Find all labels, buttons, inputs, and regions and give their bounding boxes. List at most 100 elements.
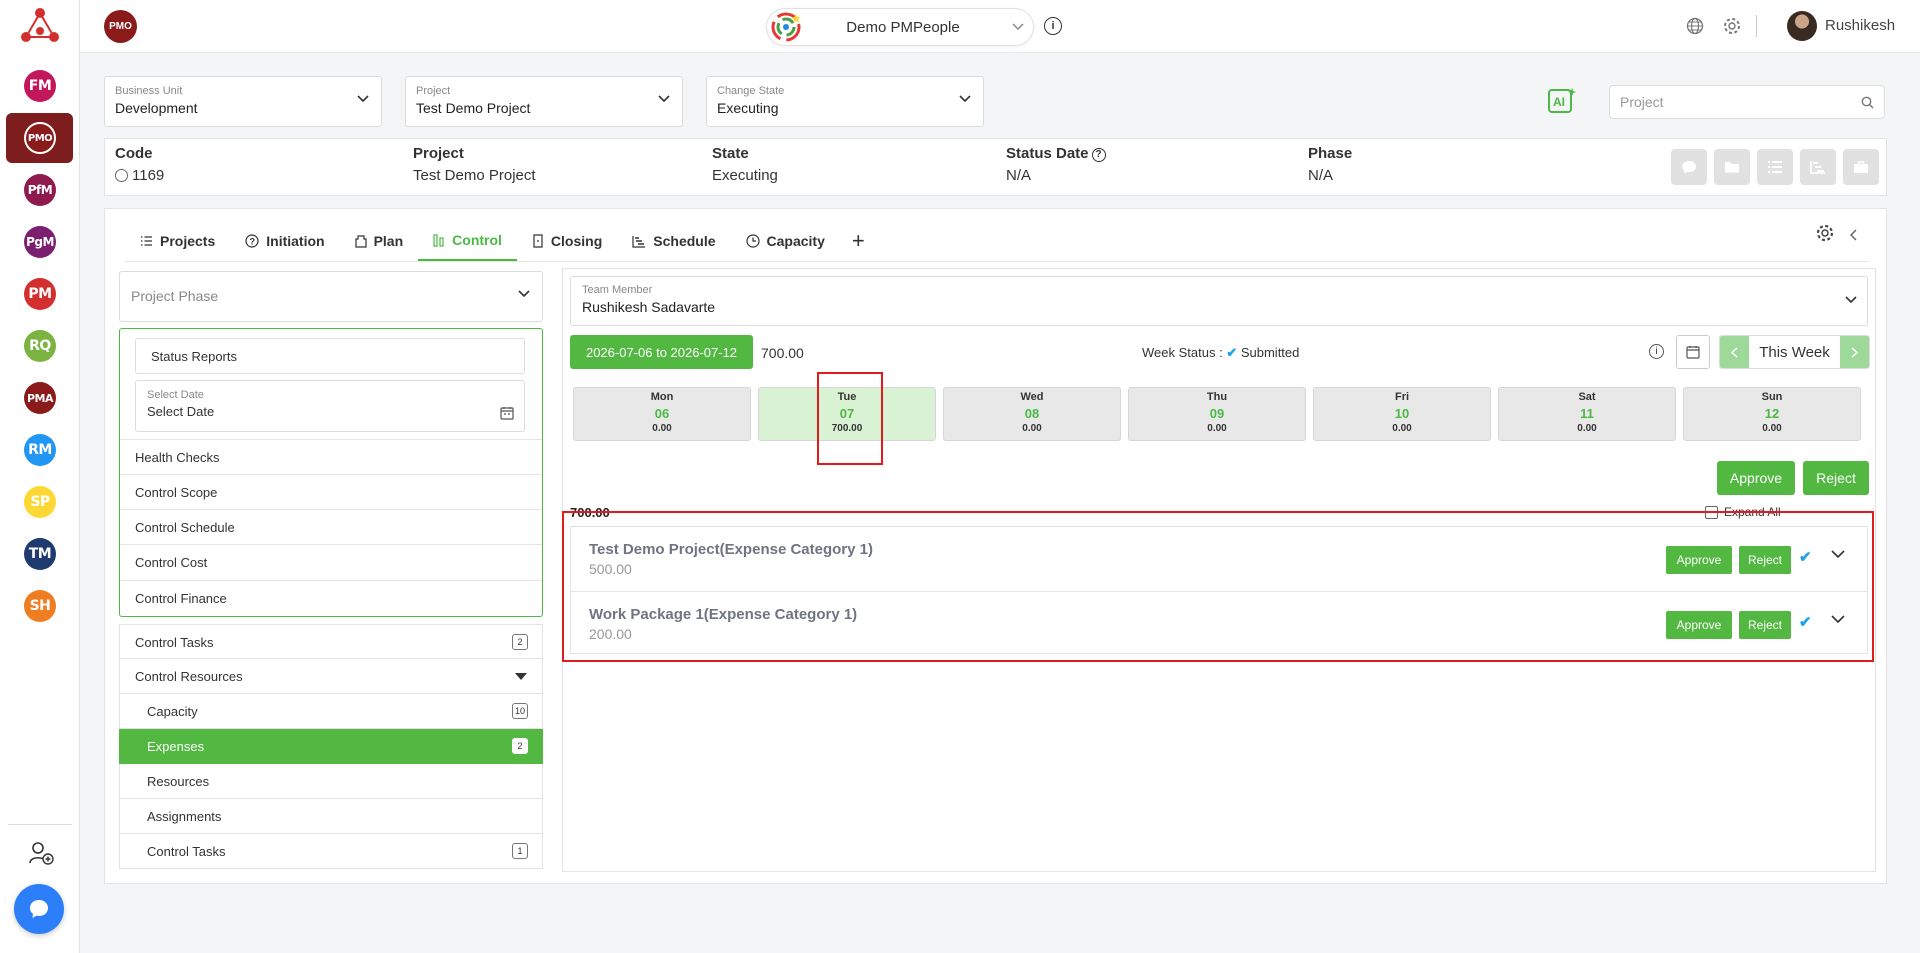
team-member-value: Rushikesh Sadavarte: [582, 299, 716, 315]
calendar-icon[interactable]: [500, 406, 514, 420]
project-search-input[interactable]: [1610, 86, 1850, 118]
day-card-sun[interactable]: Sun 12 0.00: [1683, 387, 1861, 441]
caret-down-icon: [515, 673, 527, 680]
nav-capacity[interactable]: Capacity 10: [119, 694, 543, 729]
help-icon[interactable]: ?: [1091, 147, 1106, 162]
gantt-button[interactable]: [1800, 149, 1836, 185]
user-name[interactable]: Rushikesh: [1825, 17, 1895, 34]
code-radio[interactable]: [115, 169, 128, 182]
day-card-fri[interactable]: Fri 10 0.00: [1313, 387, 1491, 441]
day-value: 0.00: [1577, 423, 1597, 434]
change-state-value: Executing: [717, 100, 779, 116]
tab-closing[interactable]: Closing: [517, 221, 617, 261]
sidebar-item-rm[interactable]: RM: [24, 434, 56, 466]
sidebar-item-fm[interactable]: FM: [24, 70, 56, 102]
project-phase-select[interactable]: Project Phase: [119, 271, 543, 322]
nav-control-scope[interactable]: Control Scope: [120, 474, 542, 509]
nav-control-resources[interactable]: Control Resources: [119, 659, 543, 694]
briefcase-button[interactable]: [1843, 149, 1879, 185]
app-logo[interactable]: [18, 5, 62, 47]
status-reports-item[interactable]: Status Reports: [135, 338, 525, 374]
chat-button[interactable]: [14, 884, 64, 934]
tab-initiation[interactable]: ? Initiation: [230, 221, 339, 261]
day-card-mon[interactable]: Mon 06 0.00: [573, 387, 751, 441]
tab-capacity[interactable]: Capacity: [731, 221, 840, 261]
info-icon[interactable]: i: [1649, 344, 1664, 359]
nav-control-schedule[interactable]: Control Schedule: [120, 509, 542, 544]
chevron-down-icon: [1003, 20, 1033, 34]
state-label: State: [712, 145, 749, 162]
sidebar-item-pgm[interactable]: PgM: [24, 226, 56, 258]
sidebar-item-pmo[interactable]: PMO: [24, 122, 56, 154]
nav-assignments[interactable]: Assignments: [119, 799, 543, 834]
nav-control-finance[interactable]: Control Finance: [120, 580, 542, 615]
tab-projects[interactable]: Projects: [125, 221, 230, 261]
day-value: 0.00: [1022, 423, 1042, 434]
add-user-icon[interactable]: [28, 840, 54, 866]
nav-expenses[interactable]: Expenses 2: [119, 729, 543, 764]
info-icon[interactable]: i: [1044, 17, 1062, 35]
sidebar-item-sp[interactable]: SP: [24, 486, 56, 518]
project-search[interactable]: [1609, 85, 1885, 119]
tab-schedule[interactable]: Schedule: [617, 221, 730, 261]
nav-control-tasks[interactable]: Control Tasks 2: [119, 624, 543, 659]
day-date: 11: [1580, 406, 1594, 421]
globe-icon[interactable]: [1686, 17, 1704, 35]
select-date-label: Select Date: [147, 389, 204, 401]
tab-label: Initiation: [266, 233, 325, 249]
approve-all-button[interactable]: Approve: [1717, 461, 1795, 495]
control-icon: [433, 233, 444, 247]
day-name: Fri: [1394, 391, 1410, 403]
add-tab-button[interactable]: +: [840, 221, 877, 261]
comments-button[interactable]: [1671, 149, 1707, 185]
module-badge[interactable]: PMO: [104, 10, 137, 43]
nav-health-checks[interactable]: Health Checks: [120, 439, 542, 474]
business-unit-select[interactable]: Business Unit Development: [104, 76, 382, 127]
change-state-select[interactable]: Change State Executing: [706, 76, 984, 127]
tab-label: Plan: [373, 233, 404, 249]
user-avatar[interactable]: [1787, 11, 1817, 41]
top-bar: PMO Demo PMPeople i Rushikesh: [80, 0, 1920, 53]
nav-control-cost[interactable]: Control Cost: [120, 544, 542, 579]
nav-label: Control Tasks: [147, 844, 226, 859]
collapse-chevron-left-icon[interactable]: [1849, 225, 1858, 246]
phase-label: Phase: [1308, 145, 1353, 162]
code-field: Code 1169: [115, 145, 164, 184]
settings-gear-icon[interactable]: [1815, 223, 1835, 243]
ai-assistant-icon[interactable]: AI: [1546, 86, 1578, 118]
day-card-wed[interactable]: Wed 08 0.00: [943, 387, 1121, 441]
change-state-label: Change State: [717, 85, 785, 97]
organization-selector[interactable]: Demo PMPeople: [766, 8, 1034, 46]
sidebar-item-sh[interactable]: SH: [24, 590, 56, 622]
list-button[interactable]: [1757, 149, 1793, 185]
project-select[interactable]: Project Test Demo Project: [405, 76, 683, 127]
settings-gear-icon[interactable]: [1722, 16, 1742, 36]
sidebar-item-rq[interactable]: RQ: [24, 330, 56, 362]
this-week-button[interactable]: This Week: [1749, 336, 1840, 368]
count-badge: 10: [511, 703, 528, 719]
reject-all-button[interactable]: Reject: [1803, 461, 1869, 495]
nav-resources[interactable]: Resources: [119, 764, 543, 799]
previous-week-button[interactable]: [1720, 336, 1749, 368]
day-name: Mon: [650, 391, 674, 403]
calendar-button[interactable]: [1676, 335, 1710, 369]
list-icon: [1768, 161, 1782, 173]
day-card-thu[interactable]: Thu 09 0.00: [1128, 387, 1306, 441]
next-week-button[interactable]: [1840, 336, 1869, 368]
select-date-input[interactable]: Select Date Select Date: [135, 380, 525, 432]
sidebar-item-pfm[interactable]: PfM: [24, 174, 56, 206]
sidebar-item-pm[interactable]: PM: [24, 278, 56, 310]
day-card-sat[interactable]: Sat 11 0.00: [1498, 387, 1676, 441]
closing-icon: [533, 234, 543, 248]
team-member-select[interactable]: Team Member Rushikesh Sadavarte: [570, 276, 1868, 326]
chevron-down-icon: [357, 95, 369, 103]
code-value: 1169: [132, 167, 165, 184]
phase-field: Phase N/A: [1308, 145, 1352, 184]
sidebar-item-tm[interactable]: TM: [24, 538, 56, 570]
sidebar-item-pma[interactable]: PMA: [24, 382, 56, 414]
tab-plan[interactable]: Plan: [340, 221, 419, 261]
folder-button[interactable]: [1714, 149, 1750, 185]
tab-control[interactable]: Control: [418, 221, 517, 261]
search-icon[interactable]: [1861, 96, 1874, 109]
nav-control-tasks-sub[interactable]: Control Tasks 1: [119, 834, 543, 869]
